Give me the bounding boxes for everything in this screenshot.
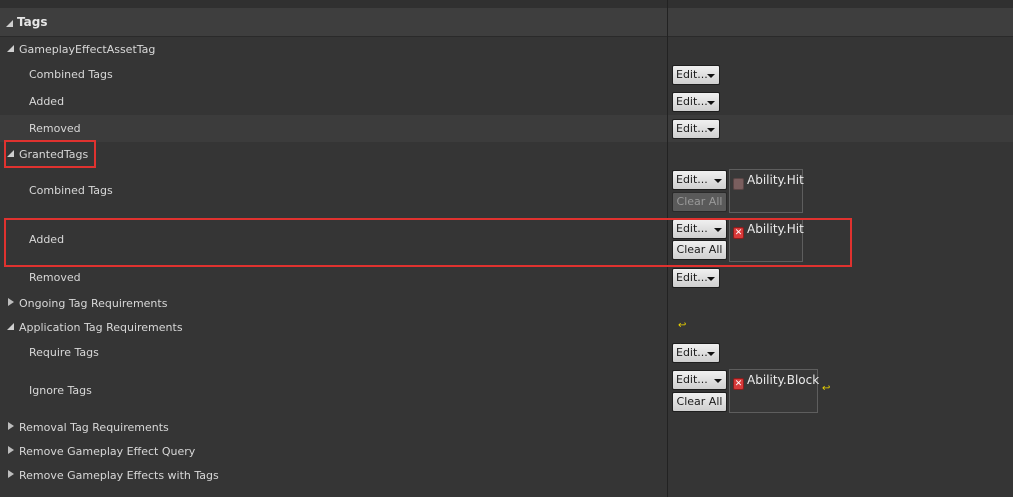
property-label: Combined Tags — [29, 184, 113, 197]
chevron-down-icon — [714, 179, 722, 183]
remove-tag-icon[interactable]: ✕ — [733, 378, 744, 390]
edit-dropdown[interactable]: Edit... — [672, 268, 720, 288]
reset-arrow-icon[interactable]: ↩ — [678, 321, 686, 331]
property-row-added: Added Edit... — [0, 88, 1013, 115]
chevron-down-icon — [707, 101, 715, 105]
edit-dropdown[interactable]: Edit... — [672, 343, 720, 363]
edit-dropdown[interactable]: Edit... — [672, 92, 720, 112]
property-row-require-tags: Require Tags Edit... — [0, 340, 1013, 367]
triangle-down-icon[interactable] — [7, 323, 14, 330]
edit-dropdown-label: Edit... — [676, 373, 708, 386]
group-label: Removal Tag Requirements — [19, 421, 169, 434]
group-remove-gameplay-effect-query[interactable]: Remove Gameplay Effect Query — [0, 439, 1013, 463]
category-label: Tags — [17, 15, 48, 29]
triangle-right-icon[interactable] — [8, 422, 14, 430]
property-row-removed: Removed Edit... — [0, 115, 1013, 142]
triangle-down-icon[interactable] — [6, 20, 13, 27]
property-label: Combined Tags — [29, 68, 113, 81]
tag-label: Ability.Hit — [747, 173, 804, 187]
reset-arrow-icon[interactable]: ↩ — [822, 384, 830, 394]
edit-dropdown-label: Edit... — [676, 68, 708, 81]
edit-dropdown-label: Edit... — [676, 173, 708, 186]
highlight-box-granted-tags — [4, 140, 96, 168]
group-gameplay-effect-asset-tag[interactable]: GameplayEffectAssetTag — [0, 37, 1013, 61]
property-label: Removed — [29, 271, 81, 284]
edit-dropdown[interactable]: Edit... — [672, 119, 720, 139]
group-remove-gameplay-effects-with-tags[interactable]: Remove Gameplay Effects with Tags — [0, 463, 1013, 487]
property-row-combined-tags: Combined Tags Edit... — [0, 61, 1013, 88]
triangle-right-icon[interactable] — [8, 298, 14, 306]
group-label: Ongoing Tag Requirements — [19, 297, 168, 310]
chevron-down-icon — [714, 379, 722, 383]
property-label: Added — [29, 95, 65, 108]
chevron-down-icon — [707, 74, 715, 78]
edit-dropdown[interactable]: Edit... — [672, 170, 727, 190]
clear-all-button[interactable]: Clear All — [672, 192, 727, 212]
property-row-ignore-tags: Ignore Tags Edit... Clear All ✕ Ability.B… — [0, 367, 1013, 415]
chevron-down-icon — [707, 128, 715, 132]
group-removal-tag-requirements[interactable]: Removal Tag Requirements — [0, 415, 1013, 439]
tag-list: xAbility.Hit — [729, 169, 804, 213]
chevron-down-icon — [707, 277, 715, 281]
highlight-box-added-row — [4, 218, 852, 267]
edit-dropdown-label: Edit... — [676, 271, 708, 284]
tag-label: Ability.Block — [747, 373, 820, 387]
property-row-removed: Removed Edit... — [0, 266, 1013, 291]
triangle-right-icon[interactable] — [8, 470, 14, 478]
property-label: Ignore Tags — [29, 384, 92, 397]
property-label: Require Tags — [29, 346, 99, 359]
details-panel: Tags GameplayEffectAssetTag Combined Tag… — [0, 0, 1013, 497]
chevron-down-icon — [707, 352, 715, 356]
edit-dropdown-label: Edit... — [676, 95, 708, 108]
group-label: Application Tag Requirements — [19, 321, 183, 334]
group-label: GameplayEffectAssetTag — [19, 43, 156, 56]
group-ongoing-tag-requirements[interactable]: Ongoing Tag Requirements — [0, 291, 1013, 315]
edit-dropdown-label: Edit... — [676, 346, 708, 359]
panel-top-strip — [0, 0, 1013, 8]
group-label: Remove Gameplay Effects with Tags — [19, 469, 219, 482]
category-header-tags[interactable]: Tags — [0, 8, 1013, 37]
group-label: Remove Gameplay Effect Query — [19, 445, 196, 458]
tag-item: xAbility.Hit — [733, 173, 804, 190]
group-granted-tags[interactable]: GrantedTags — [0, 142, 1013, 168]
tag-list: ✕ Ability.Block — [729, 369, 819, 413]
triangle-right-icon[interactable] — [8, 446, 14, 454]
edit-dropdown-label: Edit... — [676, 122, 708, 135]
property-row-combined-tags: Combined Tags Edit... Clear All xAbility… — [0, 168, 1013, 216]
remove-tag-icon: x — [733, 178, 744, 190]
edit-dropdown[interactable]: Edit... — [672, 65, 720, 85]
group-application-tag-requirements[interactable]: Application Tag Requirements ↩ — [0, 315, 1013, 340]
triangle-down-icon[interactable] — [7, 45, 14, 52]
tag-item: ✕ Ability.Block — [733, 373, 819, 390]
clear-all-button[interactable]: Clear All — [672, 392, 727, 412]
property-label: Removed — [29, 122, 81, 135]
edit-dropdown[interactable]: Edit... — [672, 370, 727, 390]
